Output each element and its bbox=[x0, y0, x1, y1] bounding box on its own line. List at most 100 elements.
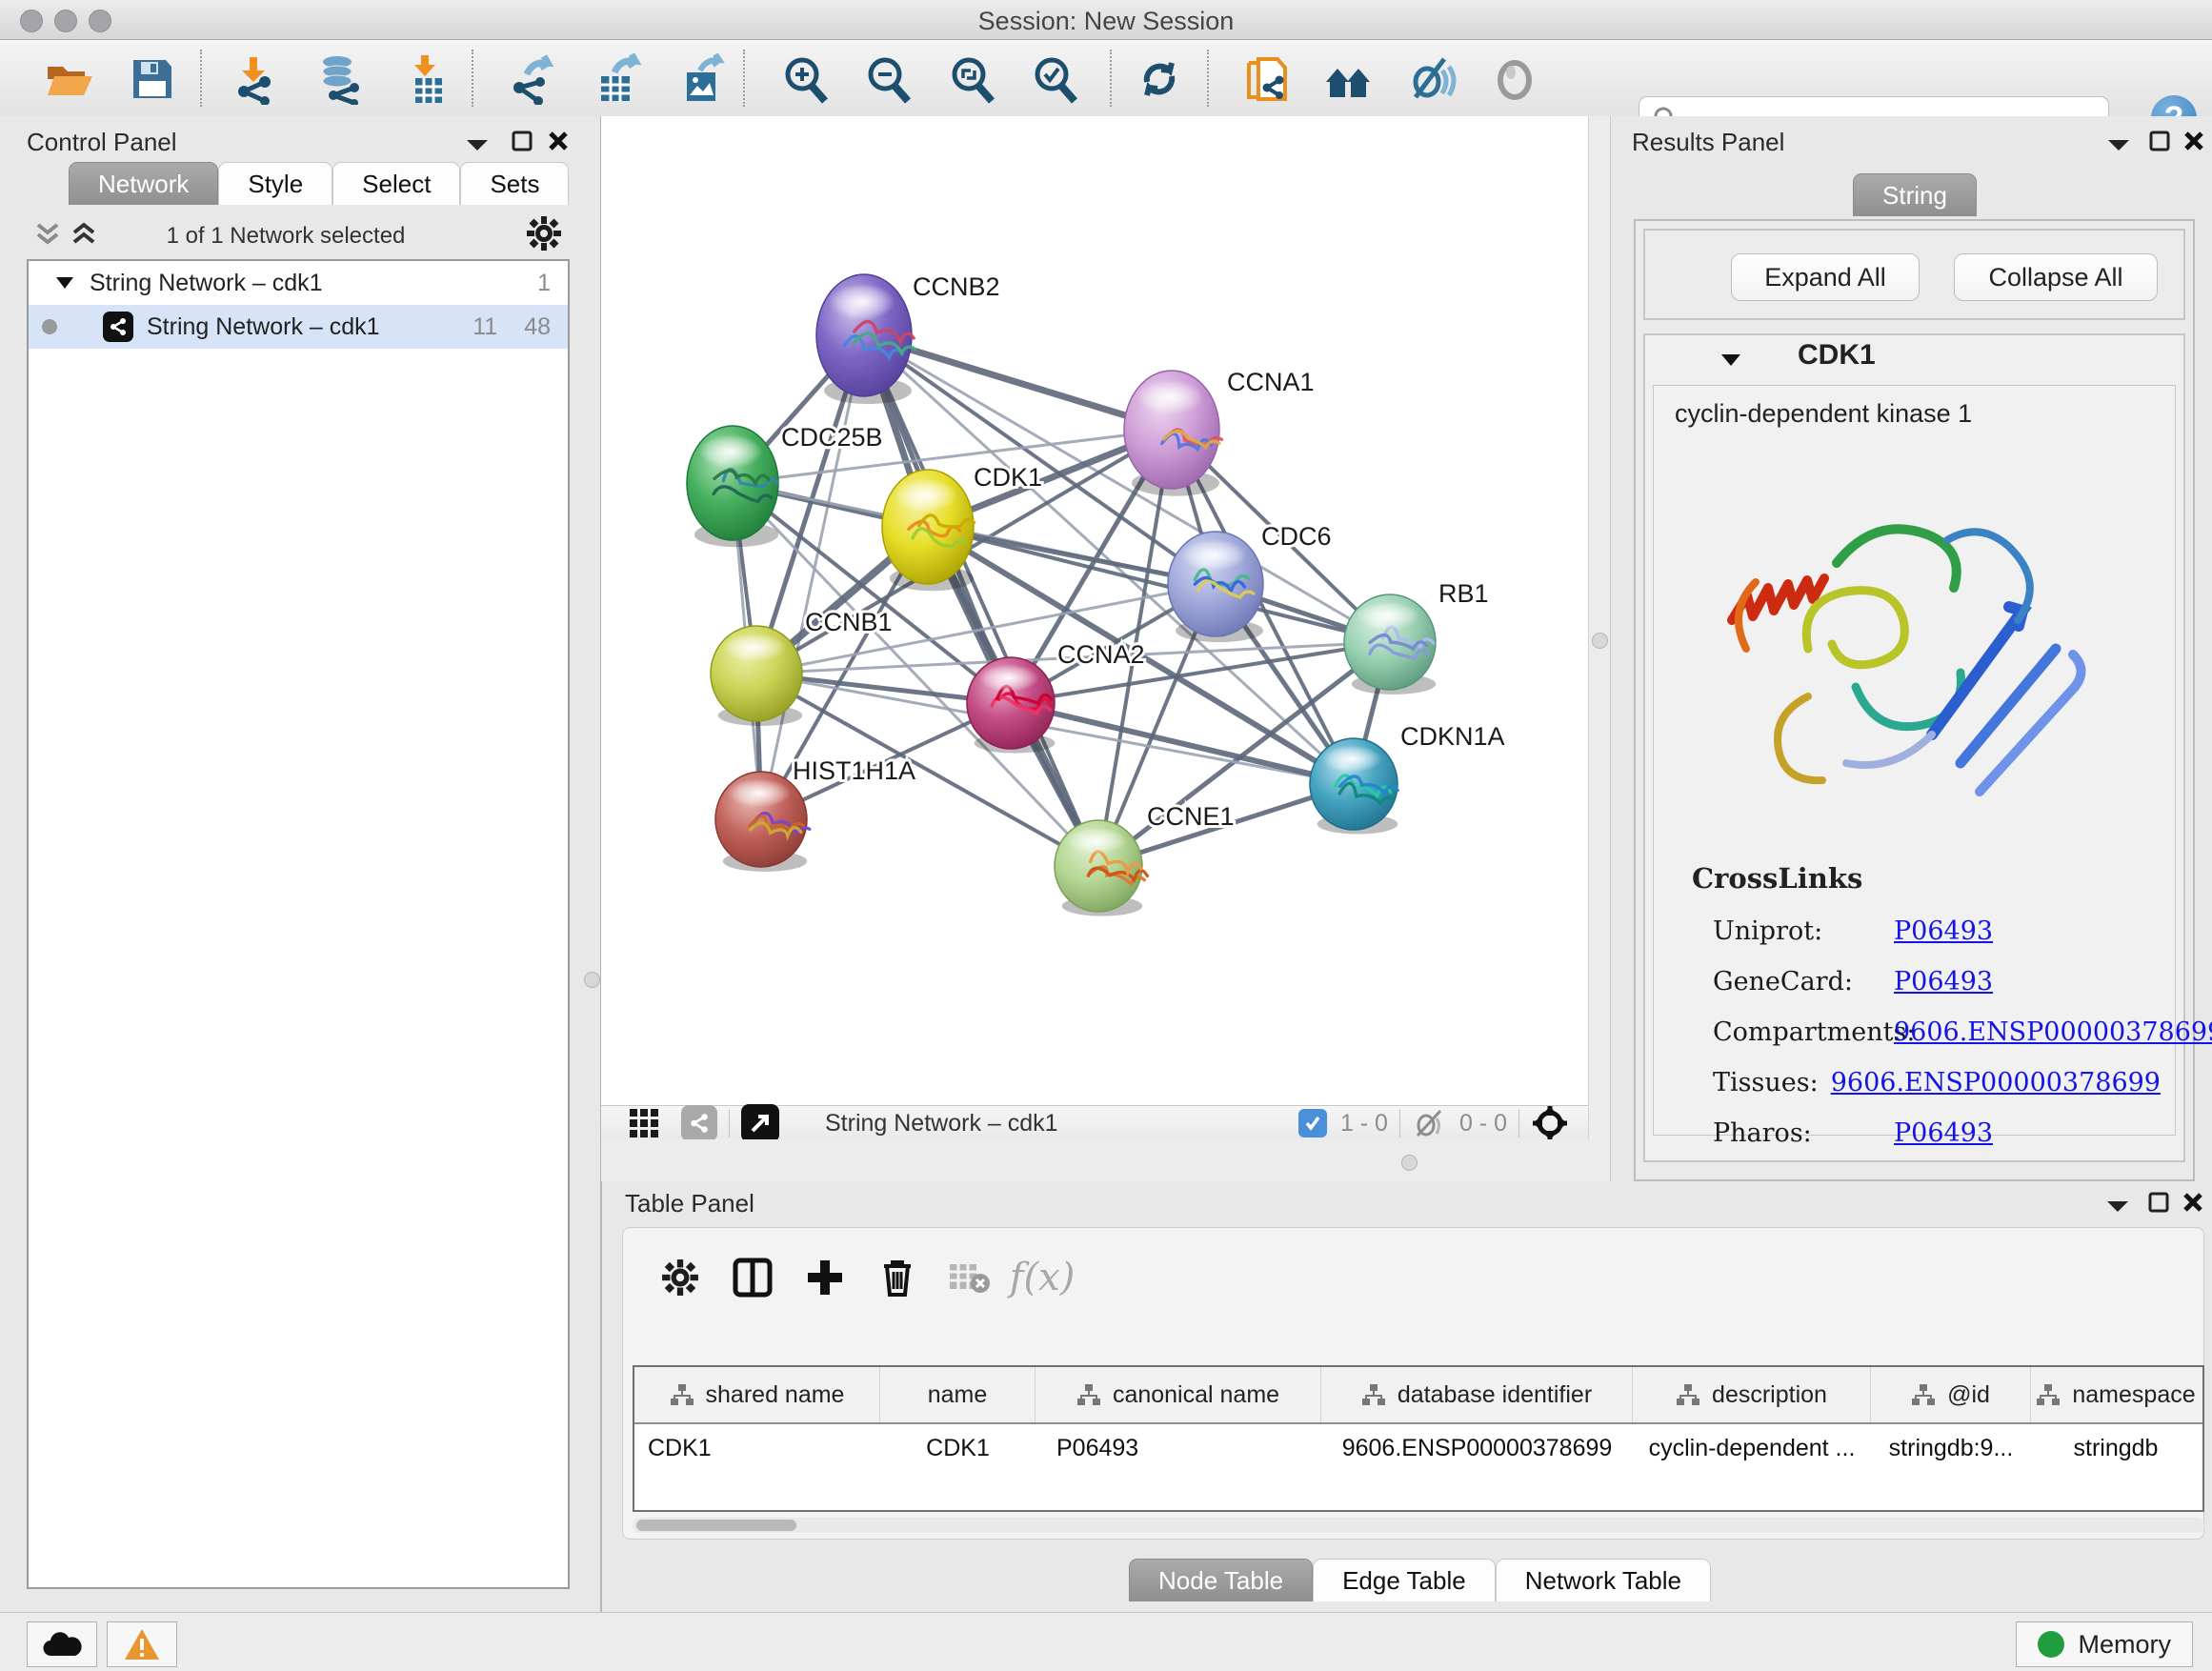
collapse-all-icon[interactable] bbox=[34, 221, 61, 248]
tab-network[interactable]: Network bbox=[69, 162, 218, 205]
network-canvas[interactable]: CCNB2CCNA1CDC25BCDK1CDC6RB1CCNB1CCNA2CDK… bbox=[601, 116, 1588, 1105]
cell-shared-name[interactable]: CDK1 bbox=[634, 1424, 880, 1472]
float-panel-icon[interactable] bbox=[2148, 130, 2171, 152]
export-table-icon[interactable] bbox=[593, 52, 646, 106]
network-node-cdk1[interactable] bbox=[882, 470, 975, 591]
save-session-icon[interactable] bbox=[126, 52, 179, 106]
crosslink-value[interactable]: P06493 bbox=[1894, 967, 1993, 997]
network-status-dot bbox=[42, 319, 57, 334]
zoom-fit-icon[interactable] bbox=[945, 52, 998, 106]
import-network-database-icon[interactable] bbox=[313, 52, 367, 106]
tab-sets[interactable]: Sets bbox=[460, 162, 569, 205]
network-node-cdc6[interactable] bbox=[1168, 532, 1263, 642]
cell-description[interactable]: cyclin-dependent ... bbox=[1633, 1424, 1871, 1472]
cell-canonical-name[interactable]: P06493 bbox=[1036, 1424, 1321, 1472]
entry-expander-icon[interactable] bbox=[1719, 352, 1742, 368]
network-node-ccnb2[interactable] bbox=[816, 274, 915, 404]
network-node-ccnb1[interactable] bbox=[711, 626, 802, 726]
cell-name[interactable]: CDK1 bbox=[880, 1424, 1036, 1472]
column-header[interactable]: @id bbox=[1871, 1367, 2031, 1422]
expand-all-button[interactable]: Expand All bbox=[1731, 253, 1920, 301]
column-header[interactable]: shared name bbox=[634, 1367, 880, 1422]
table-row[interactable]: CDK1 CDK1 P06493 9606.ENSP00000378699 cy… bbox=[634, 1424, 2202, 1472]
panel-menu-icon[interactable] bbox=[2105, 1198, 2130, 1214]
column-header[interactable]: description bbox=[1633, 1367, 1871, 1422]
cell-namespace[interactable]: stringdb bbox=[2031, 1424, 2201, 1472]
node-label-cdc25b: CDC25B bbox=[781, 423, 883, 452]
horizontal-splitter-handle[interactable] bbox=[1401, 1155, 1418, 1171]
open-in-new-icon[interactable] bbox=[741, 1104, 779, 1142]
tab-network-table[interactable]: Network Table bbox=[1496, 1559, 1711, 1601]
crosslink-value[interactable]: 9606.ENSP00000378699 bbox=[1894, 1017, 2212, 1047]
network-edge[interactable] bbox=[1011, 703, 1354, 784]
network-edge[interactable] bbox=[761, 335, 864, 819]
right-splitter[interactable] bbox=[1588, 116, 1612, 1181]
share-document-icon[interactable] bbox=[1240, 52, 1294, 106]
zoom-selected-icon[interactable] bbox=[1028, 52, 1081, 106]
close-panel-icon[interactable] bbox=[547, 130, 570, 152]
right-splitter-handle[interactable] bbox=[1592, 633, 1608, 649]
network-node-hist1h1a[interactable] bbox=[715, 772, 810, 872]
tab-string[interactable]: String bbox=[1853, 173, 1977, 216]
import-table-icon[interactable] bbox=[401, 52, 454, 106]
cell-id[interactable]: stringdb:9... bbox=[1871, 1424, 2031, 1472]
column-header[interactable]: database identifier bbox=[1321, 1367, 1633, 1422]
warnings-button[interactable] bbox=[107, 1621, 177, 1667]
float-panel-icon[interactable] bbox=[511, 130, 533, 152]
tab-edge-table[interactable]: Edge Table bbox=[1313, 1559, 1496, 1601]
cell-database-identifier[interactable]: 9606.ENSP00000378699 bbox=[1321, 1424, 1633, 1472]
expand-all-icon[interactable] bbox=[70, 221, 97, 248]
network-node-cdc25b[interactable] bbox=[687, 426, 778, 547]
network-node-ccne1[interactable] bbox=[1055, 820, 1147, 916]
export-image-icon[interactable] bbox=[676, 52, 730, 106]
network-node-ccna2[interactable] bbox=[967, 657, 1055, 754]
close-panel-icon[interactable] bbox=[2182, 1191, 2204, 1214]
tree-expander-icon[interactable] bbox=[55, 276, 74, 290]
cloud-button[interactable] bbox=[27, 1621, 97, 1667]
refresh-icon[interactable] bbox=[1133, 52, 1186, 106]
collapse-all-button[interactable]: Collapse All bbox=[1954, 253, 2158, 301]
network-collection-row[interactable]: String Network – cdk1 1 bbox=[29, 261, 568, 305]
horizontal-scrollbar[interactable] bbox=[633, 1518, 2204, 1533]
tab-select[interactable]: Select bbox=[332, 162, 460, 205]
crosshair-icon[interactable] bbox=[1531, 1104, 1569, 1142]
delete-column-icon[interactable] bbox=[869, 1249, 926, 1306]
table-settings-gear-icon[interactable] bbox=[652, 1249, 709, 1306]
import-network-file-icon[interactable] bbox=[226, 52, 279, 106]
hide-glasses-icon[interactable] bbox=[1405, 52, 1458, 106]
zoom-out-icon[interactable] bbox=[861, 52, 915, 106]
network-node-cdkn1a[interactable] bbox=[1310, 738, 1398, 835]
left-splitter-handle[interactable] bbox=[584, 972, 600, 988]
panel-menu-icon[interactable] bbox=[465, 137, 490, 152]
string-style-icon[interactable] bbox=[681, 1105, 717, 1141]
gear-icon[interactable] bbox=[526, 215, 562, 252]
memory-button[interactable]: Memory bbox=[2016, 1621, 2193, 1667]
selected-checkbox-icon[interactable] bbox=[1298, 1109, 1327, 1137]
column-header[interactable]: canonical name bbox=[1036, 1367, 1321, 1422]
birdseye-grid-icon[interactable] bbox=[628, 1107, 660, 1139]
crosslink-value[interactable]: 9606.ENSP00000378699 bbox=[1831, 1068, 2161, 1097]
crosslink-value[interactable]: P06493 bbox=[1894, 1118, 1993, 1148]
open-session-icon[interactable] bbox=[42, 52, 95, 106]
tab-style[interactable]: Style bbox=[218, 162, 332, 205]
panel-menu-icon[interactable] bbox=[2106, 137, 2131, 152]
network-graph[interactable]: CCNB2CCNA1CDC25BCDK1CDC6RB1CCNB1CCNA2CDK… bbox=[601, 116, 1588, 1105]
column-header[interactable]: name bbox=[880, 1367, 1036, 1422]
close-panel-icon[interactable] bbox=[2182, 130, 2205, 152]
add-column-icon[interactable] bbox=[796, 1249, 854, 1306]
tab-node-table[interactable]: Node Table bbox=[1129, 1559, 1313, 1601]
column-header[interactable]: namespace bbox=[2031, 1367, 2201, 1422]
network-node-ccna1[interactable] bbox=[1124, 371, 1221, 496]
select-columns-icon[interactable] bbox=[724, 1249, 781, 1306]
zoom-in-icon[interactable] bbox=[778, 52, 832, 106]
network-view-toolbar: String Network – cdk1 1 - 0 0 - 0 bbox=[601, 1105, 1588, 1141]
crosslink-value[interactable]: P06493 bbox=[1894, 916, 1993, 946]
show-eye-icon[interactable] bbox=[1488, 52, 1541, 106]
network-row-selected[interactable]: String Network – cdk1 11 48 bbox=[29, 305, 568, 349]
scrollbar-thumb[interactable] bbox=[636, 1520, 796, 1531]
network-edge[interactable] bbox=[864, 335, 1098, 866]
network-node-rb1[interactable] bbox=[1344, 594, 1436, 695]
export-network-icon[interactable] bbox=[507, 52, 560, 106]
home-icon[interactable] bbox=[1321, 52, 1375, 106]
float-panel-icon[interactable] bbox=[2147, 1191, 2170, 1214]
